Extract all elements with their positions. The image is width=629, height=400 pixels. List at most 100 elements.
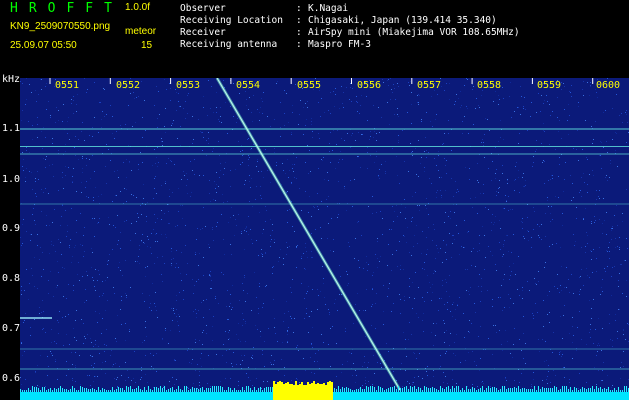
noise-speckle [522,298,523,299]
bottom-spike [606,389,607,392]
noise-speckle [513,263,514,264]
noise-speckle [364,362,365,363]
bottom-spike [208,388,209,392]
noise-speckle [58,272,59,273]
noise-speckle [450,311,451,312]
noise-speckle [256,240,257,241]
noise-speckle [58,150,59,151]
bottom-spike [426,387,427,392]
noise-speckle [530,116,531,117]
noise-speckle [462,121,463,122]
timestamp: 25.09.07 05:50 [10,40,77,51]
noise-speckle [389,229,390,230]
noise-speckle [511,271,512,272]
noise-speckle [168,223,169,224]
noise-speckle [618,309,619,310]
noise-speckle [238,385,239,386]
noise-speckle [283,321,284,322]
noise-speckle [436,192,437,193]
noise-speckle [308,286,309,287]
noise-speckle [72,364,73,365]
bottom-spike [154,387,155,392]
noise-speckle [424,262,425,263]
noise-speckle [357,111,358,112]
noise-speckle [485,118,486,119]
noise-speckle [157,166,158,167]
noise-speckle [125,260,126,261]
noise-speckle [25,181,26,182]
noise-speckle [284,375,285,376]
noise-speckle [402,386,403,387]
noise-speckle [477,386,478,387]
noise-speckle [277,81,278,82]
noise-speckle [619,247,620,248]
noise-speckle [35,372,36,373]
noise-speckle [245,323,246,324]
noise-speckle [495,91,496,92]
noise-speckle [93,367,94,368]
noise-speckle [144,301,145,302]
bottom-spike [246,386,247,392]
noise-speckle [301,210,302,211]
noise-speckle [545,213,546,214]
noise-speckle [567,120,568,121]
noise-speckle [445,279,446,280]
noise-speckle [374,373,375,374]
noise-speckle [557,274,558,275]
noise-speckle [92,356,93,357]
noise-speckle [604,268,605,269]
noise-speckle [126,220,127,221]
noise-speckle [256,186,257,187]
noise-speckle [227,290,228,291]
noise-speckle [438,155,439,156]
noise-speckle [467,232,468,233]
noise-speckle [283,258,284,259]
noise-speckle [538,235,539,236]
noise-speckle [619,249,620,250]
noise-speckle [431,183,432,184]
noise-speckle [265,253,266,254]
bottom-spike [216,386,217,392]
bottom-spike [340,389,341,392]
noise-speckle [28,299,29,300]
noise-speckle [449,233,450,234]
noise-speckle [291,183,292,184]
noise-speckle [150,247,151,248]
noise-speckle [446,259,447,260]
meta-receiver: Receiver : AirSpy mini (Miakejima VOR 10… [180,27,520,39]
noise-speckle [91,248,92,249]
bottom-spike [506,389,507,392]
noise-speckle [481,142,482,143]
noise-speckle [511,117,512,118]
noise-speckle [565,162,566,163]
noise-speckle [409,383,410,384]
noise-speckle [443,240,444,241]
noise-speckle [523,106,524,107]
noise-speckle [271,364,272,365]
noise-speckle [581,247,582,248]
noise-speckle [143,242,144,243]
noise-speckle [478,286,479,287]
noise-speckle [288,311,289,312]
noise-speckle [416,358,417,359]
noise-speckle [93,346,94,347]
noise-speckle [490,251,491,252]
noise-speckle [242,283,243,284]
noise-speckle [500,228,501,229]
noise-speckle [261,171,262,172]
noise-speckle [562,354,563,355]
noise-speckle [506,201,507,202]
noise-speckle [50,115,51,116]
noise-speckle [141,214,142,215]
noise-speckle [323,278,324,279]
noise-speckle [525,343,526,344]
noise-speckle [550,221,551,222]
bottom-spike [368,387,369,392]
noise-speckle [238,339,239,340]
noise-speckle [509,96,510,97]
noise-speckle [130,78,131,79]
bottom-spike [448,386,449,392]
bottom-spike [498,390,499,392]
noise-speckle [89,375,90,376]
noise-speckle [455,101,456,102]
